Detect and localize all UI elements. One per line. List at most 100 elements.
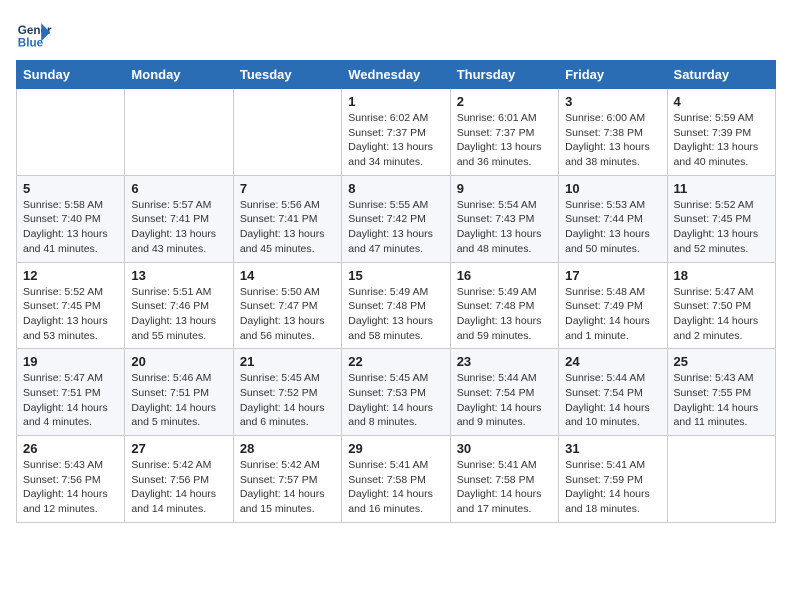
calendar-cell — [125, 89, 233, 176]
day-number: 29 — [348, 441, 443, 456]
day-number: 4 — [674, 94, 769, 109]
day-header-monday: Monday — [125, 61, 233, 89]
day-info: Sunrise: 5:58 AM Sunset: 7:40 PM Dayligh… — [23, 198, 118, 257]
day-info: Sunrise: 5:52 AM Sunset: 7:45 PM Dayligh… — [23, 285, 118, 344]
calendar-cell — [17, 89, 125, 176]
day-info: Sunrise: 5:41 AM Sunset: 7:58 PM Dayligh… — [457, 458, 552, 517]
day-info: Sunrise: 5:41 AM Sunset: 7:58 PM Dayligh… — [348, 458, 443, 517]
calendar-cell: 13 Sunrise: 5:51 AM Sunset: 7:46 PM Dayli… — [125, 262, 233, 349]
calendar-cell: 5 Sunrise: 5:58 AM Sunset: 7:40 PM Daylig… — [17, 175, 125, 262]
calendar-week-3: 12 Sunrise: 5:52 AM Sunset: 7:45 PM Dayli… — [17, 262, 776, 349]
calendar-cell: 22Sunrise: 5:45 AM Sunset: 7:53 PM Dayli… — [342, 349, 450, 436]
day-number: 2 — [457, 94, 552, 109]
calendar-cell: 1 Sunrise: 6:02 AM Sunset: 7:37 PM Daylig… — [342, 89, 450, 176]
day-info: Sunrise: 5:49 AM Sunset: 7:48 PM Dayligh… — [348, 285, 443, 344]
day-info: Sunrise: 5:47 AM Sunset: 7:50 PM Dayligh… — [674, 285, 769, 344]
day-number: 21 — [240, 354, 335, 369]
calendar-cell: 21 Sunrise: 5:45 AM Sunset: 7:52 PM Dayli… — [233, 349, 341, 436]
day-number: 9 — [457, 181, 552, 196]
day-number: 26 — [23, 441, 118, 456]
calendar-week-5: 26 Sunrise: 5:43 AM Sunset: 7:56 PM Dayli… — [17, 436, 776, 523]
calendar-cell: 6Sunrise: 5:57 AM Sunset: 7:41 PM Daylig… — [125, 175, 233, 262]
day-number: 10 — [565, 181, 660, 196]
calendar-cell: 30 Sunrise: 5:41 AM Sunset: 7:58 PM Dayli… — [450, 436, 558, 523]
calendar-cell: 18 Sunrise: 5:47 AM Sunset: 7:50 PM Dayli… — [667, 262, 775, 349]
day-info: Sunrise: 5:56 AM Sunset: 7:41 PM Dayligh… — [240, 198, 335, 257]
day-info: Sunrise: 5:59 AM Sunset: 7:39 PM Dayligh… — [674, 111, 769, 170]
day-info: Sunrise: 5:54 AM Sunset: 7:43 PM Dayligh… — [457, 198, 552, 257]
calendar-cell: 9 Sunrise: 5:54 AM Sunset: 7:43 PM Daylig… — [450, 175, 558, 262]
day-header-thursday: Thursday — [450, 61, 558, 89]
day-number: 30 — [457, 441, 552, 456]
calendar-cell: 19 Sunrise: 5:47 AM Sunset: 7:51 PM Dayli… — [17, 349, 125, 436]
day-number: 12 — [23, 268, 118, 283]
day-number: 17 — [565, 268, 660, 283]
calendar-cell: 14Sunrise: 5:50 AM Sunset: 7:47 PM Dayli… — [233, 262, 341, 349]
day-number: 13 — [131, 268, 226, 283]
calendar-cell: 12 Sunrise: 5:52 AM Sunset: 7:45 PM Dayli… — [17, 262, 125, 349]
day-number: 16 — [457, 268, 552, 283]
logo: General Blue — [16, 16, 56, 52]
logo-icon: General Blue — [16, 16, 52, 52]
calendar-cell: 7Sunrise: 5:56 AM Sunset: 7:41 PM Daylig… — [233, 175, 341, 262]
day-number: 1 — [348, 94, 443, 109]
calendar-cell: 24Sunrise: 5:44 AM Sunset: 7:54 PM Dayli… — [559, 349, 667, 436]
day-number: 23 — [457, 354, 552, 369]
calendar-week-4: 19 Sunrise: 5:47 AM Sunset: 7:51 PM Dayli… — [17, 349, 776, 436]
day-info: Sunrise: 5:43 AM Sunset: 7:55 PM Dayligh… — [674, 371, 769, 430]
day-number: 11 — [674, 181, 769, 196]
day-info: Sunrise: 5:52 AM Sunset: 7:45 PM Dayligh… — [674, 198, 769, 257]
day-info: Sunrise: 5:42 AM Sunset: 7:57 PM Dayligh… — [240, 458, 335, 517]
day-info: Sunrise: 5:48 AM Sunset: 7:49 PM Dayligh… — [565, 285, 660, 344]
day-info: Sunrise: 5:55 AM Sunset: 7:42 PM Dayligh… — [348, 198, 443, 257]
calendar-week-1: 1 Sunrise: 6:02 AM Sunset: 7:37 PM Daylig… — [17, 89, 776, 176]
calendar-cell: 27 Sunrise: 5:42 AM Sunset: 7:56 PM Dayli… — [125, 436, 233, 523]
calendar-cell: 26 Sunrise: 5:43 AM Sunset: 7:56 PM Dayli… — [17, 436, 125, 523]
day-info: Sunrise: 6:01 AM Sunset: 7:37 PM Dayligh… — [457, 111, 552, 170]
page-header: General Blue — [16, 16, 776, 52]
day-info: Sunrise: 5:41 AM Sunset: 7:59 PM Dayligh… — [565, 458, 660, 517]
calendar-cell — [233, 89, 341, 176]
day-info: Sunrise: 6:00 AM Sunset: 7:38 PM Dayligh… — [565, 111, 660, 170]
day-number: 19 — [23, 354, 118, 369]
calendar-table: SundayMondayTuesdayWednesdayThursdayFrid… — [16, 60, 776, 523]
day-number: 3 — [565, 94, 660, 109]
calendar-cell: 3 Sunrise: 6:00 AM Sunset: 7:38 PM Daylig… — [559, 89, 667, 176]
calendar-cell: 23 Sunrise: 5:44 AM Sunset: 7:54 PM Dayli… — [450, 349, 558, 436]
svg-text:Blue: Blue — [18, 37, 44, 50]
day-info: Sunrise: 5:53 AM Sunset: 7:44 PM Dayligh… — [565, 198, 660, 257]
day-info: Sunrise: 5:57 AM Sunset: 7:41 PM Dayligh… — [131, 198, 226, 257]
calendar-cell: 2 Sunrise: 6:01 AM Sunset: 7:37 PM Daylig… — [450, 89, 558, 176]
day-info: Sunrise: 5:42 AM Sunset: 7:56 PM Dayligh… — [131, 458, 226, 517]
day-info: Sunrise: 6:02 AM Sunset: 7:37 PM Dayligh… — [348, 111, 443, 170]
day-header-saturday: Saturday — [667, 61, 775, 89]
day-info: Sunrise: 5:49 AM Sunset: 7:48 PM Dayligh… — [457, 285, 552, 344]
day-number: 27 — [131, 441, 226, 456]
calendar-week-2: 5 Sunrise: 5:58 AM Sunset: 7:40 PM Daylig… — [17, 175, 776, 262]
calendar-cell: 15 Sunrise: 5:49 AM Sunset: 7:48 PM Dayli… — [342, 262, 450, 349]
day-number: 14 — [240, 268, 335, 283]
day-number: 5 — [23, 181, 118, 196]
day-number: 28 — [240, 441, 335, 456]
day-info: Sunrise: 5:51 AM Sunset: 7:46 PM Dayligh… — [131, 285, 226, 344]
day-number: 31 — [565, 441, 660, 456]
day-number: 18 — [674, 268, 769, 283]
day-info: Sunrise: 5:43 AM Sunset: 7:56 PM Dayligh… — [23, 458, 118, 517]
calendar-cell: 28 Sunrise: 5:42 AM Sunset: 7:57 PM Dayli… — [233, 436, 341, 523]
calendar-cell: 17 Sunrise: 5:48 AM Sunset: 7:49 PM Dayli… — [559, 262, 667, 349]
calendar-cell: 8Sunrise: 5:55 AM Sunset: 7:42 PM Daylig… — [342, 175, 450, 262]
day-header-friday: Friday — [559, 61, 667, 89]
day-info: Sunrise: 5:47 AM Sunset: 7:51 PM Dayligh… — [23, 371, 118, 430]
day-number: 25 — [674, 354, 769, 369]
day-header-tuesday: Tuesday — [233, 61, 341, 89]
day-number: 15 — [348, 268, 443, 283]
day-info: Sunrise: 5:44 AM Sunset: 7:54 PM Dayligh… — [565, 371, 660, 430]
calendar-header-row: SundayMondayTuesdayWednesdayThursdayFrid… — [17, 61, 776, 89]
day-info: Sunrise: 5:44 AM Sunset: 7:54 PM Dayligh… — [457, 371, 552, 430]
day-info: Sunrise: 5:46 AM Sunset: 7:51 PM Dayligh… — [131, 371, 226, 430]
calendar-cell: 25 Sunrise: 5:43 AM Sunset: 7:55 PM Dayli… — [667, 349, 775, 436]
day-info: Sunrise: 5:45 AM Sunset: 7:52 PM Dayligh… — [240, 371, 335, 430]
calendar-cell — [667, 436, 775, 523]
calendar-cell: 4 Sunrise: 5:59 AM Sunset: 7:39 PM Daylig… — [667, 89, 775, 176]
day-header-wednesday: Wednesday — [342, 61, 450, 89]
